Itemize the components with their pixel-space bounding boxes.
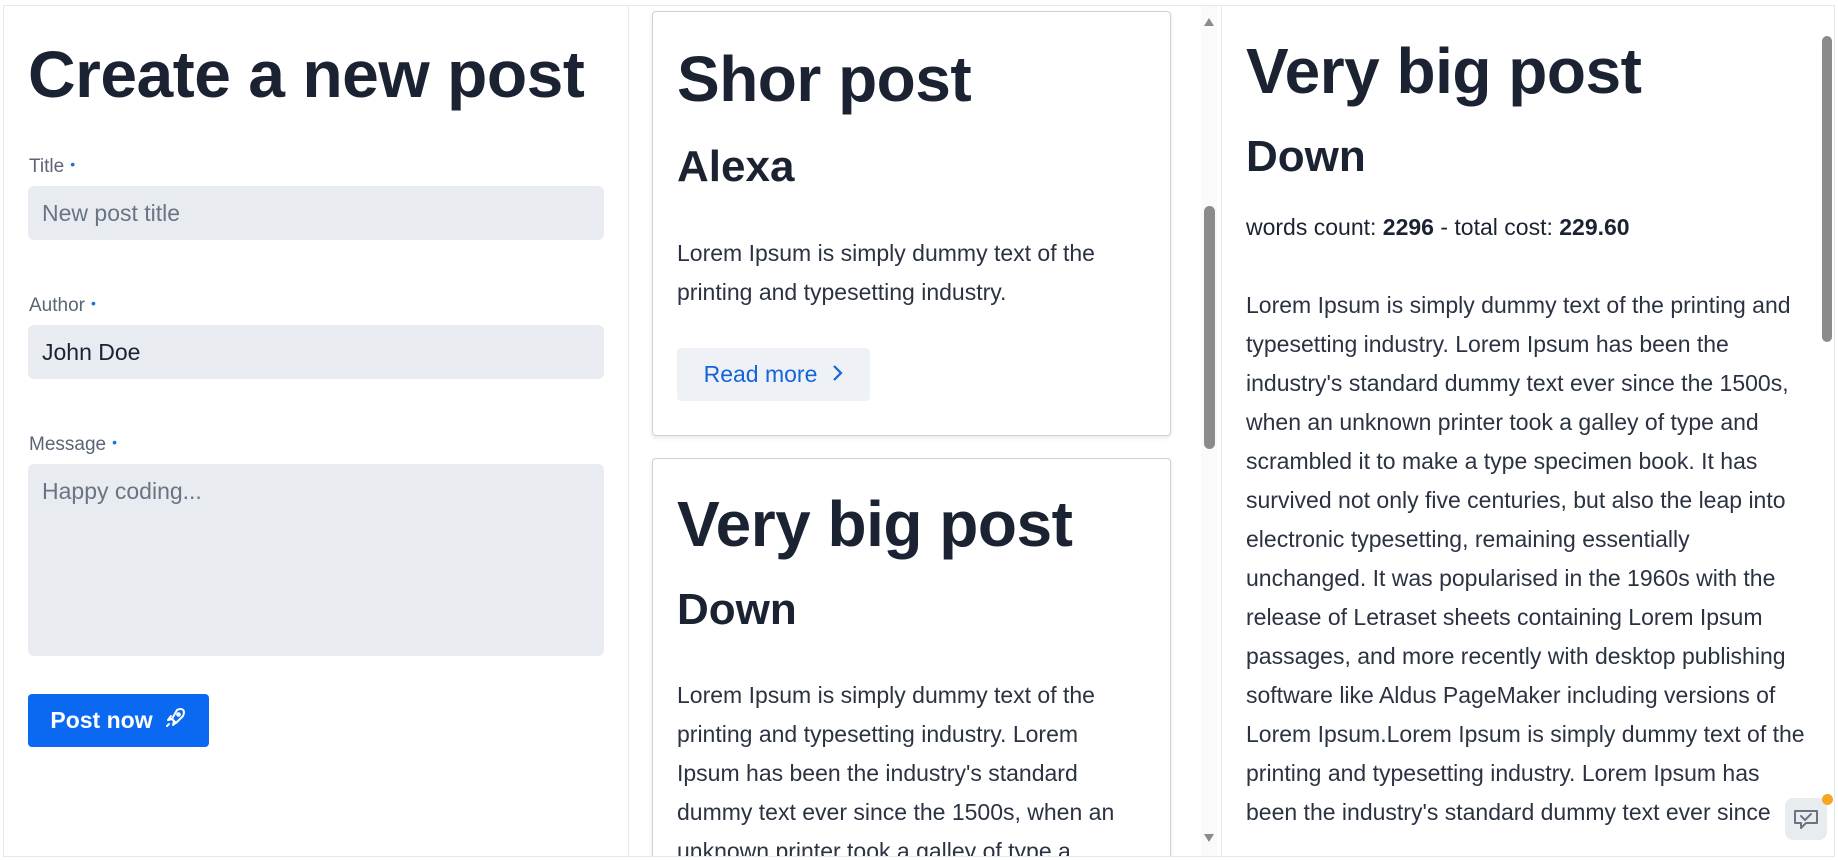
create-post-panel: Create a new post Title• Author• Message… [4, 6, 629, 856]
total-cost: 229.60 [1559, 214, 1630, 240]
read-more-button[interactable]: Read more [677, 348, 870, 401]
detail-title: Very big post [1246, 35, 1642, 107]
words-count: 2296 [1382, 214, 1434, 240]
rocket-icon [163, 706, 187, 736]
page-title: Create a new post [28, 37, 585, 111]
notification-dot [1822, 794, 1833, 805]
author-label: Author • [29, 295, 96, 316]
post-stats: words count: 2296 - total cost: 229.60 [1246, 214, 1630, 240]
required-marker: • [112, 434, 118, 450]
post-now-button[interactable]: Post now [28, 694, 209, 747]
post-detail-panel: Very big post Down words count: 2296 - t… [1221, 6, 1834, 856]
detail-body: Lorem Ipsum is simply dummy text of the … [1246, 292, 1805, 825]
feed-scrollbar[interactable] [1201, 6, 1217, 856]
title-input[interactable] [28, 186, 604, 240]
post-title: Shor post [677, 43, 972, 115]
scrollbar-thumb[interactable] [1204, 206, 1215, 449]
app-frame: Create a new post Title• Author• Message… [3, 5, 1835, 857]
message-label: Message • [29, 434, 118, 455]
posts-feed: Shor post Alexa Lorem Ipsum is simply du… [629, 6, 1222, 857]
post-author: Down [677, 585, 797, 634]
author-input[interactable] [28, 325, 604, 379]
arrow-down-icon[interactable] [1203, 832, 1215, 844]
post-excerpt: Lorem Ipsum is simply dummy text of the … [677, 240, 1095, 305]
arrow-up-icon[interactable] [1203, 16, 1215, 28]
required-marker: • [70, 156, 76, 172]
title-label: Title • [29, 156, 76, 177]
post-card[interactable]: Shor post Alexa Lorem Ipsum is simply du… [652, 11, 1171, 436]
post-excerpt: Lorem Ipsum is simply dummy text of the … [677, 682, 1115, 857]
post-author: Alexa [677, 142, 795, 191]
post-title: Very big post [677, 488, 1073, 560]
chevron-right-icon [831, 361, 843, 388]
detail-scrollbar-thumb[interactable] [1822, 36, 1832, 342]
detail-author: Down [1246, 132, 1366, 181]
message-textarea[interactable] [28, 464, 604, 656]
post-card[interactable]: Very big post Down Lorem Ipsum is simply… [652, 458, 1171, 857]
required-marker: • [90, 295, 96, 311]
chat-widget-icon[interactable] [1785, 798, 1827, 840]
